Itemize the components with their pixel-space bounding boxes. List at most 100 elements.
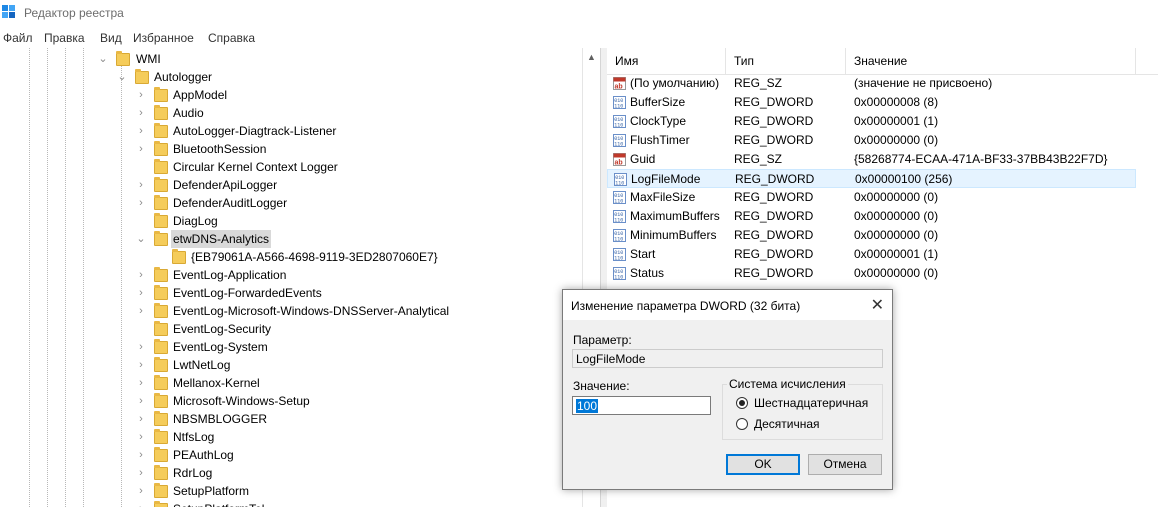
hex-radio[interactable] bbox=[736, 397, 748, 409]
tree-node[interactable]: › DefenderApiLogger bbox=[0, 176, 580, 194]
cell-value: (значение не присвоено) bbox=[854, 76, 993, 90]
cell-type: REG_DWORD bbox=[734, 209, 814, 223]
cell-type: REG_DWORD bbox=[734, 95, 814, 109]
menu-edit[interactable]: Правка bbox=[44, 31, 85, 45]
chevron-right-icon[interactable]: › bbox=[136, 428, 146, 446]
hex-radio-label[interactable]: Шестнадцатеричная bbox=[754, 396, 868, 410]
tree-node[interactable]: › Microsoft-Windows-Setup bbox=[0, 392, 580, 410]
list-row[interactable]: 010 110 Status REG_DWORD 0x00000000 (0) bbox=[607, 264, 1136, 283]
chevron-right-icon[interactable]: › bbox=[136, 374, 146, 392]
chevron-right-icon[interactable]: › bbox=[136, 140, 146, 158]
tree-node[interactable]: › DefenderAuditLogger bbox=[0, 194, 580, 212]
tree-node[interactable]: › PEAuthLog bbox=[0, 446, 580, 464]
cell-value: 0x00000001 (1) bbox=[854, 114, 939, 128]
chevron-right-icon[interactable]: › bbox=[136, 86, 146, 104]
cell-value: 0x00000000 (0) bbox=[854, 266, 939, 280]
chevron-right-icon[interactable]: › bbox=[136, 284, 146, 302]
chevron-right-icon[interactable]: › bbox=[136, 482, 146, 500]
tree-node[interactable]: › LwtNetLog bbox=[0, 356, 580, 374]
tree-node[interactable]: ⌄ etwDNS-Analytics bbox=[0, 230, 580, 248]
chevron-right-icon[interactable]: › bbox=[136, 446, 146, 464]
chevron-right-icon[interactable]: › bbox=[136, 302, 146, 320]
chevron-right-icon[interactable]: › bbox=[136, 500, 146, 507]
registry-tree[interactable]: ⌄ WMI ⌄ Autologger › AppModel › Audio › AutoL… bbox=[0, 48, 600, 507]
tree-node-label: PEAuthLog bbox=[173, 448, 234, 462]
tree-node[interactable]: › RdrLog bbox=[0, 464, 580, 482]
tree-node-label: EventLog-System bbox=[173, 340, 268, 354]
tree-node[interactable]: › EventLog-Application bbox=[0, 266, 580, 284]
param-label: Параметр: bbox=[573, 333, 632, 347]
dec-radio-label[interactable]: Десятичная bbox=[754, 417, 820, 431]
tree-node[interactable]: › SetupPlatform bbox=[0, 482, 580, 500]
tree-node[interactable]: {EB79061A-A566-4698-9119-3ED2807060E7} bbox=[0, 248, 580, 266]
list-row[interactable]: 010 110 MinimumBuffers REG_DWORD 0x00000000 … bbox=[607, 226, 1136, 245]
list-row[interactable]: 010 110 MaximumBuffers REG_DWORD 0x00000000 … bbox=[607, 207, 1136, 226]
chevron-down-icon[interactable]: ⌄ bbox=[98, 50, 108, 68]
tree-node[interactable]: › EventLog-Microsoft-Windows-DNSServer-An… bbox=[0, 302, 580, 320]
menu-view[interactable]: Вид bbox=[100, 31, 122, 45]
chevron-right-icon[interactable]: › bbox=[136, 176, 146, 194]
column-type[interactable]: Тип bbox=[734, 54, 754, 68]
cell-name: MaximumBuffers bbox=[630, 209, 720, 223]
tree-node-label: NtfsLog bbox=[173, 430, 215, 444]
tree-node-label: DefenderAuditLogger bbox=[173, 196, 288, 210]
column-value[interactable]: Значение bbox=[854, 54, 907, 68]
tree-node-label: RdrLog bbox=[173, 466, 213, 480]
close-icon[interactable]: ✕ bbox=[871, 295, 884, 315]
svg-text:110: 110 bbox=[614, 275, 623, 281]
menu-help[interactable]: Справка bbox=[208, 31, 255, 45]
svg-text:110: 110 bbox=[615, 181, 624, 187]
chevron-down-icon[interactable]: ⌄ bbox=[117, 68, 127, 86]
chevron-right-icon[interactable]: › bbox=[136, 410, 146, 428]
chevron-down-icon[interactable]: ⌄ bbox=[136, 230, 146, 248]
folder-icon bbox=[154, 285, 168, 300]
cancel-button[interactable]: Отмена bbox=[808, 454, 882, 475]
tree-node-wmi[interactable]: ⌄ WMI bbox=[0, 50, 580, 68]
tree-node[interactable]: › AutoLogger-Diagtrack-Listener bbox=[0, 122, 580, 140]
tree-node[interactable]: › AppModel bbox=[0, 86, 580, 104]
tree-node[interactable]: › EventLog-ForwardedEvents bbox=[0, 284, 580, 302]
chevron-right-icon[interactable]: › bbox=[136, 338, 146, 356]
list-row[interactable]: ab (По умолчанию) REG_SZ (значение не присв… bbox=[607, 74, 1136, 93]
chevron-right-icon[interactable]: › bbox=[136, 122, 146, 140]
list-row[interactable]: 010 110 LogFileMode REG_DWORD 0x00000100 (25… bbox=[607, 169, 1136, 188]
tree-node[interactable]: › NBSMBLOGGER bbox=[0, 410, 580, 428]
title-bar: Редактор реестра bbox=[0, 0, 1158, 26]
tree-node[interactable]: DiagLog bbox=[0, 212, 580, 230]
chevron-right-icon[interactable]: › bbox=[136, 266, 146, 284]
tree-node[interactable]: › SetupPlatformTel bbox=[0, 500, 580, 507]
list-row[interactable]: 010 110 BufferSize REG_DWORD 0x00000008 (8) bbox=[607, 93, 1136, 112]
column-name[interactable]: Имя bbox=[615, 54, 638, 68]
chevron-right-icon[interactable]: › bbox=[136, 464, 146, 482]
tree-node[interactable]: › NtfsLog bbox=[0, 428, 580, 446]
scroll-up-icon[interactable]: ▲ bbox=[587, 52, 596, 62]
dec-radio[interactable] bbox=[736, 418, 748, 430]
tree-node[interactable]: › Mellanox-Kernel bbox=[0, 374, 580, 392]
cell-type: REG_DWORD bbox=[734, 247, 814, 261]
list-row[interactable]: 010 110 ClockType REG_DWORD 0x00000001 (1) bbox=[607, 112, 1136, 131]
ok-button[interactable]: OK bbox=[726, 454, 800, 475]
list-row[interactable]: 010 110 FlushTimer REG_DWORD 0x00000000 (0) bbox=[607, 131, 1136, 150]
svg-text:110: 110 bbox=[614, 237, 623, 243]
tree-node[interactable]: EventLog-Security bbox=[0, 320, 580, 338]
menu-favorites[interactable]: Избранное bbox=[133, 31, 194, 45]
tree-node[interactable]: › Audio bbox=[0, 104, 580, 122]
list-row[interactable]: 010 110 Start REG_DWORD 0x00000001 (1) bbox=[607, 245, 1136, 264]
chevron-right-icon[interactable]: › bbox=[136, 392, 146, 410]
list-row[interactable]: ab Guid REG_SZ {58268774-ECAA-471A-BF33-37B… bbox=[607, 150, 1136, 169]
svg-text:110: 110 bbox=[614, 199, 623, 205]
chevron-right-icon[interactable]: › bbox=[136, 356, 146, 374]
menu-file[interactable]: Файл bbox=[3, 31, 33, 45]
cell-type: REG_SZ bbox=[734, 152, 783, 166]
tree-node[interactable]: › EventLog-System bbox=[0, 338, 580, 356]
tree-node-label: {EB79061A-A566-4698-9119-3ED2807060E7} bbox=[191, 250, 438, 264]
chevron-right-icon[interactable]: › bbox=[136, 194, 146, 212]
folder-icon bbox=[154, 339, 168, 354]
tree-node-autologger[interactable]: ⌄ Autologger bbox=[0, 68, 580, 86]
tree-node-label: Audio bbox=[173, 106, 204, 120]
chevron-right-icon[interactable]: › bbox=[136, 104, 146, 122]
tree-node[interactable]: Circular Kernel Context Logger bbox=[0, 158, 580, 176]
value-input[interactable]: 100 bbox=[572, 396, 711, 415]
list-row[interactable]: 010 110 MaxFileSize REG_DWORD 0x00000000 (0) bbox=[607, 188, 1136, 207]
tree-node[interactable]: › BluetoothSession bbox=[0, 140, 580, 158]
